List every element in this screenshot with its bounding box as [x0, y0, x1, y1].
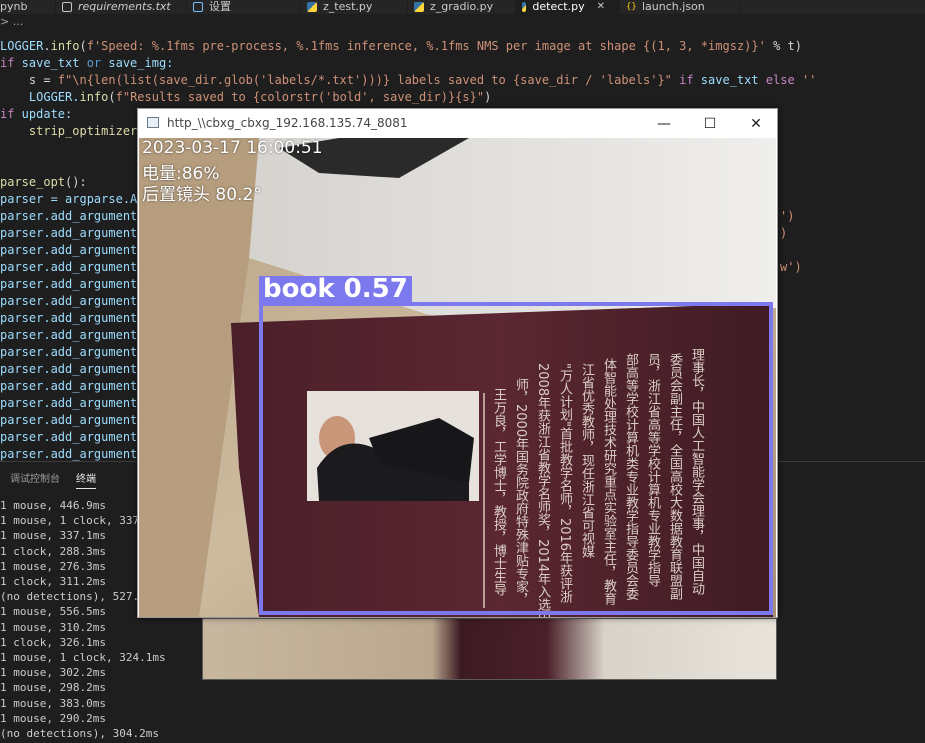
code-line: if save_txt or save_img:	[0, 56, 174, 70]
window-titlebar[interactable]: http_\\cbxg_cbxg_192.168.135.74_8081 — ☐…	[138, 109, 777, 138]
terminal-line: (no detections), 527.6	[0, 590, 146, 604]
code-line: parser.add_argument(	[0, 226, 145, 240]
python-file-icon	[522, 2, 527, 12]
tab-notebook[interactable]: pynb	[0, 0, 56, 14]
panel-tabs: 调试控制台 终端	[10, 470, 96, 489]
terminal-line: 1 clock, 326.1ms	[0, 635, 106, 649]
terminal-line: 1 mouse, 310.2ms	[0, 620, 106, 634]
window-title: http_\\cbxg_cbxg_192.168.135.74_8081	[167, 116, 408, 130]
terminal-line: 1 mouse, 276.3ms	[0, 559, 106, 573]
tab-debug-console[interactable]: 调试控制台	[10, 470, 60, 489]
terminal-line: 1 mouse, 383.0ms	[0, 696, 106, 710]
terminal-line: 1 mouse, 446.9ms	[0, 499, 106, 512]
tab-label: z_gradio.py	[430, 0, 494, 13]
code-line: if update:	[0, 107, 73, 121]
window-app-icon	[147, 117, 159, 128]
maximize-button[interactable]: ☐	[687, 109, 733, 138]
json-file-icon: {}	[626, 2, 637, 12]
terminal-line: 1 clock, 288.3ms	[0, 544, 106, 558]
tab-label: 设置	[209, 0, 231, 13]
code-line: parse_opt():	[0, 175, 87, 189]
overlay-lens: 后置镜头 80.2°	[142, 185, 262, 205]
code-line: strip_optimizer	[28, 124, 138, 138]
tab-label: pynb	[0, 0, 28, 13]
tab-label: z_test.py	[323, 0, 373, 13]
detection-box	[259, 302, 773, 615]
python-file-icon	[414, 2, 424, 12]
tab-z-test[interactable]: z_test.py	[301, 0, 408, 14]
tab-detect[interactable]: detect.py ✕	[516, 0, 620, 14]
terminal-line: (no detections), 304.2ms	[0, 727, 159, 740]
terminal-line: 1 mouse, 290.2ms	[0, 711, 106, 725]
image-viewer-window[interactable]: http_\\cbxg_cbxg_192.168.135.74_8081 — ☐…	[137, 108, 778, 618]
tab-settings[interactable]: 设置	[187, 0, 301, 14]
code-line: parser.add_argument(	[0, 311, 145, 325]
tab-z-gradio[interactable]: z_gradio.py	[408, 0, 516, 14]
tab-label: launch.json	[642, 0, 705, 13]
tab-requirements[interactable]: requirements.txt	[56, 0, 187, 14]
detection-label: book 0.57	[259, 276, 412, 302]
close-button[interactable]: ✕	[733, 109, 779, 138]
code-line: parser.add_argument(	[0, 294, 145, 308]
tab-label: detect.py	[532, 0, 585, 13]
code-line: parser.add_argument(	[0, 277, 145, 291]
terminal-line: 1 mouse, 337.1ms	[0, 529, 106, 543]
settings-icon	[193, 2, 203, 12]
code-line: parser = argparse.Ar	[0, 192, 145, 206]
code-line: parser.add_argument(	[0, 260, 145, 274]
code-line-tail: )	[780, 226, 788, 240]
tab-label: requirements.txt	[78, 0, 171, 13]
breadcrumb[interactable]: > ...	[0, 15, 23, 29]
camera-frame: 王万良，工学博士，教授，博士生导 师，2000年国务院政府特殊津贴专家， 200…	[139, 138, 776, 617]
editor-tab-bar: pynb requirements.txt 设置 z_test.py z_gra…	[0, 0, 925, 14]
code-line: parser.add_argument(	[0, 209, 145, 223]
code-line: LOGGER.info(f'Speed: %.1fms pre-process,…	[0, 39, 802, 53]
terminal-line: 1 mouse, 1 clock, 324.1ms	[0, 651, 166, 664]
code-line: LOGGER.info(f"Results saved to {colorstr…	[0, 90, 492, 104]
photo-window-fragment	[202, 618, 777, 680]
code-line: parser.add_argument(	[0, 362, 145, 376]
code-line: parser.add_argument(	[0, 379, 145, 393]
overlay-timestamp: 2023-03-17 16:00:51	[142, 138, 323, 158]
terminal-line: 1 mouse, 298.2ms	[0, 681, 106, 695]
code-line: parser.add_argument(	[0, 328, 145, 342]
terminal-line: 1 mouse, 302.2ms	[0, 666, 106, 680]
code-line: parser.add_argument(	[0, 430, 145, 444]
code-line: parser.add_argument(	[0, 243, 145, 257]
code-line-tail: ')	[780, 209, 795, 223]
python-file-icon	[307, 2, 317, 12]
code-line: s = f"\n{len(list(save_dir.glob('labels/…	[0, 73, 817, 87]
terminal-line: 1 mouse, 556.5ms	[0, 605, 106, 619]
text-file-icon	[62, 2, 72, 12]
code-line: parser.add_argument(	[0, 396, 145, 410]
terminal-line: 1 clock, 311.2ms	[0, 575, 106, 588]
code-line: parser.add_argument(	[0, 345, 145, 359]
minimize-button[interactable]: —	[641, 109, 687, 138]
terminal-line: 1 mouse, 1 clock, 337.1	[0, 514, 153, 528]
tab-launch-json[interactable]: {} launch.json	[620, 0, 740, 14]
code-line-tail: w')	[780, 260, 802, 274]
close-icon[interactable]: ✕	[597, 1, 605, 13]
tab-terminal[interactable]: 终端	[76, 470, 96, 489]
code-line: parser.add_argument(	[0, 413, 145, 427]
